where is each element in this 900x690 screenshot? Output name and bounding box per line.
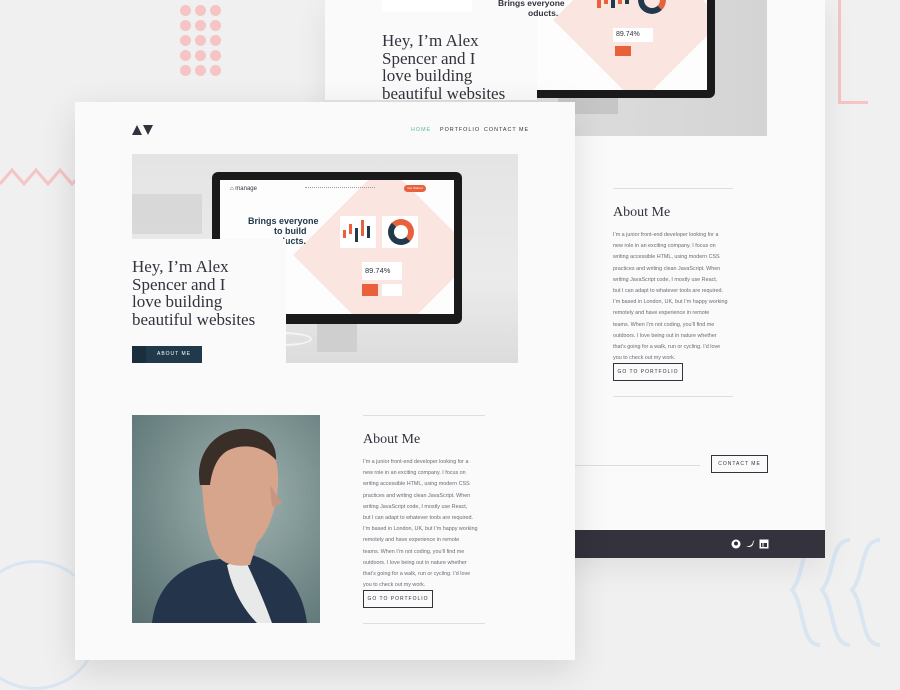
github-icon[interactable] — [731, 539, 741, 549]
twitter-icon[interactable] — [745, 539, 755, 549]
nav-contact[interactable]: CONTACT ME — [484, 127, 529, 133]
about-title: About Me — [363, 432, 421, 447]
screen-heading: Brings everyone oducts. — [498, 0, 565, 18]
screen-percent: 89.74% — [613, 28, 653, 42]
chevron-down-icon — [132, 346, 146, 363]
white-panel — [382, 0, 472, 12]
divider — [363, 623, 485, 624]
decorative-dot — [180, 65, 191, 76]
decorative-dot — [195, 50, 206, 61]
donut-chart-icon — [388, 219, 414, 245]
decorative-dot — [210, 20, 221, 31]
about-paragraph: I’m a junior front-end developer looking… — [363, 459, 478, 589]
front-page-preview: HOME PORTFOLIO CONTACT ME ⌂ manage Get S… — [75, 102, 575, 660]
divider — [613, 396, 733, 397]
decorative-dot — [210, 35, 221, 46]
portrait-photo — [132, 415, 320, 623]
hero-title: Hey, I’m Alex Spencer and I love buildin… — [132, 257, 256, 329]
monitor-stand — [317, 324, 357, 352]
screen-nav — [305, 187, 375, 190]
back-hero-title: Hey, I’m Alex Spencer and I love buildin… — [382, 31, 506, 103]
screen-cta: Get Started — [404, 185, 426, 192]
bar-chart-icon — [340, 216, 376, 248]
go-to-portfolio-button[interactable]: GO TO PORTFOLIO — [613, 363, 683, 381]
decorative-dot — [210, 65, 221, 76]
back-about-paragraph: I’m a junior front-end developer looking… — [613, 232, 728, 362]
screen-tag — [362, 284, 378, 296]
contact-me-button[interactable]: CONTACT ME — [711, 455, 768, 473]
divider — [560, 465, 700, 466]
divider — [613, 188, 733, 189]
go-to-portfolio-button[interactable]: GO TO PORTFOLIO — [363, 590, 433, 608]
logo-icon[interactable] — [132, 125, 154, 135]
screen-tag — [615, 46, 631, 56]
decorative-dot — [195, 65, 206, 76]
nav-portfolio[interactable]: PORTFOLIO — [440, 127, 480, 133]
decorative-dot — [180, 20, 191, 31]
bar-chart-icon — [595, 0, 631, 16]
decorative-dot — [195, 35, 206, 46]
decorative-bracket — [838, 0, 868, 104]
decorative-zigzag — [0, 167, 80, 187]
decorative-dot — [195, 20, 206, 31]
decorative-dot — [180, 50, 191, 61]
screen-tag-2 — [382, 284, 402, 296]
screen-percent: 89.74% — [362, 262, 402, 280]
background-object — [132, 194, 202, 234]
decorative-dot — [210, 5, 221, 16]
decorative-dot — [210, 50, 221, 61]
donut-chart-card — [382, 216, 418, 248]
linkedin-icon[interactable] — [759, 539, 769, 549]
about-me-button[interactable]: ABOUT ME — [132, 346, 202, 363]
person-illustration — [152, 428, 307, 623]
screen-brand: ⌂ manage — [230, 186, 257, 192]
nav-home[interactable]: HOME — [411, 127, 431, 133]
divider — [363, 415, 485, 416]
decorative-dot — [180, 35, 191, 46]
decorative-dot — [180, 5, 191, 16]
back-about-title: About Me — [613, 205, 671, 220]
decorative-dot — [195, 5, 206, 16]
decorative-dots — [178, 0, 226, 82]
